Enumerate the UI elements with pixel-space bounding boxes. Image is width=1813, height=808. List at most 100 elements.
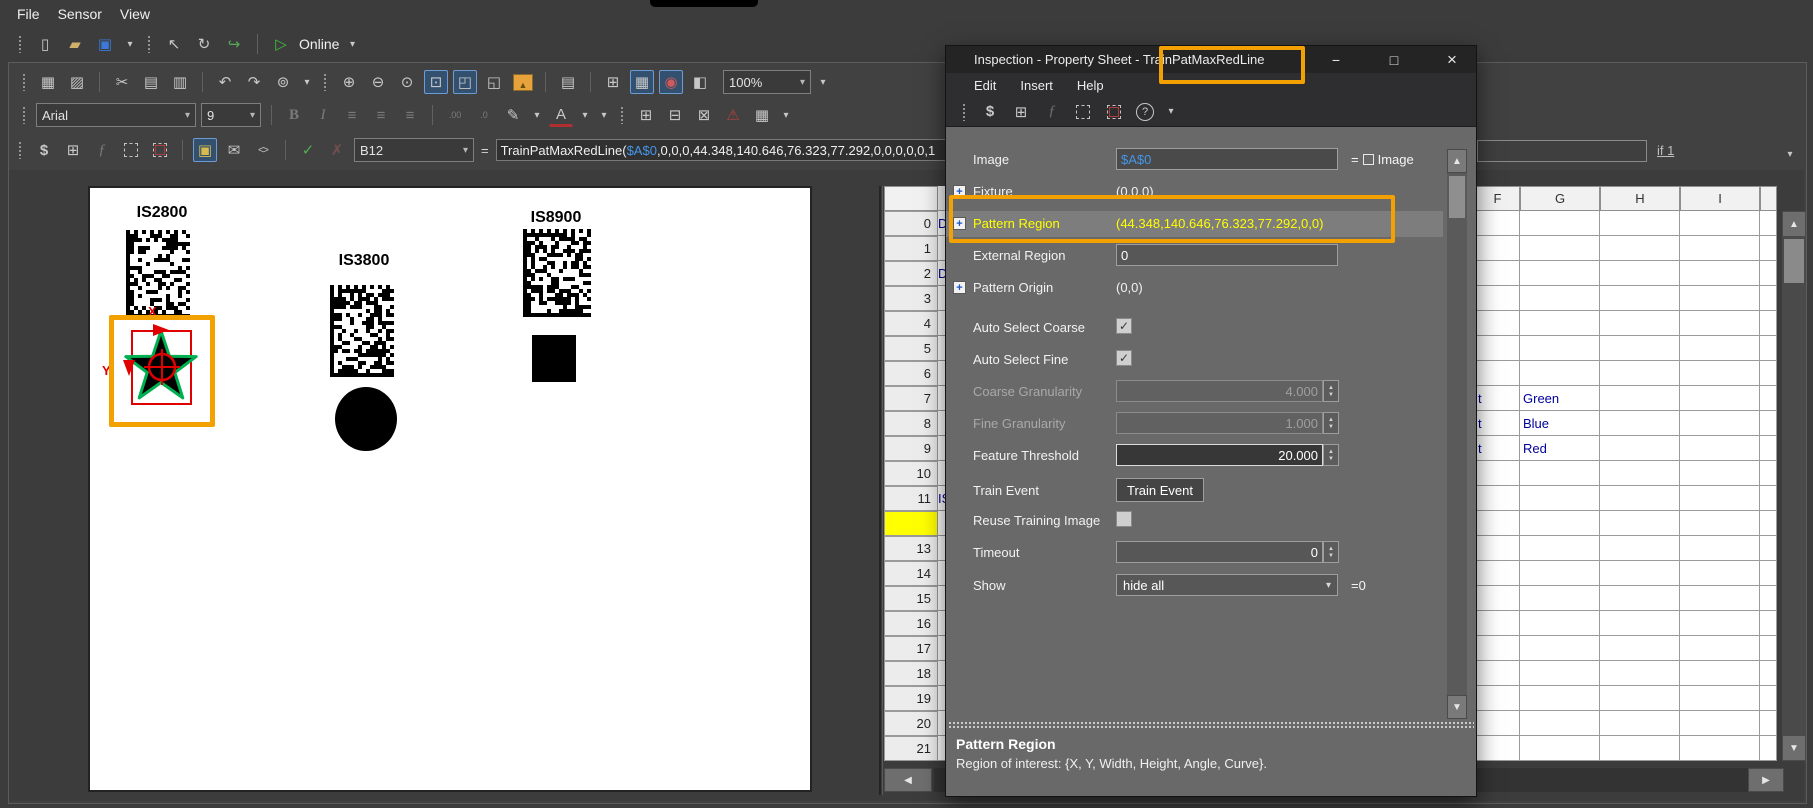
row-header-10[interactable]: 10 — [884, 461, 938, 486]
sheet-cell-G5[interactable] — [1520, 336, 1600, 361]
sheet-cell-H6[interactable] — [1600, 361, 1680, 386]
sheet-cell-F14[interactable] — [1475, 561, 1520, 586]
sheet-cell-I7[interactable] — [1680, 386, 1760, 411]
sheet-cell-x10[interactable] — [1760, 461, 1777, 486]
sheet-cell-F9[interactable]: t — [1475, 436, 1520, 461]
save-dropdown-icon[interactable]: ▾ — [123, 32, 137, 56]
toolbar-grip[interactable] — [962, 102, 967, 121]
sheet-cell-F10[interactable] — [1475, 461, 1520, 486]
sheet-cell-G6[interactable] — [1520, 361, 1600, 386]
cell-a7-sliver[interactable] — [938, 386, 945, 411]
dialog-help-icon[interactable]: ? — [1133, 100, 1157, 124]
column-header-H[interactable]: H — [1600, 186, 1680, 211]
align-right-icon[interactable]: ≡ — [398, 103, 422, 127]
accept-formula-icon[interactable]: ✓ — [296, 138, 320, 162]
row-header-18[interactable]: 18 — [884, 661, 938, 686]
sheet-cell-F15[interactable] — [1475, 586, 1520, 611]
sheet-cell-H12[interactable] — [1600, 511, 1680, 536]
train-event-button[interactable]: Train Event — [1116, 478, 1204, 502]
redo-icon[interactable]: ↷ — [242, 70, 266, 94]
decrease-decimal-icon[interactable]: .0 — [472, 103, 496, 127]
sheet-cell-x17[interactable] — [1760, 636, 1777, 661]
pattern-region-icon[interactable] — [148, 138, 172, 162]
sheet-cell-G10[interactable] — [1520, 461, 1600, 486]
zoom-dropdown-icon[interactable]: ▾ — [816, 70, 830, 94]
align-left-icon[interactable]: ≡ — [340, 103, 364, 127]
sheet-cell-H5[interactable] — [1600, 336, 1680, 361]
feature-threshold-input[interactable]: 20.000 — [1116, 444, 1323, 466]
row-header-11[interactable]: 11 — [884, 486, 938, 511]
reuse-training-image-checkbox[interactable] — [1116, 511, 1132, 527]
condition-input[interactable] — [1477, 140, 1647, 162]
feature-threshold-spinner[interactable]: ▲ ▼ — [1323, 444, 1339, 466]
row-header-12[interactable]: 12 — [884, 511, 938, 536]
sheet-cell-I20[interactable] — [1680, 711, 1760, 736]
close-button[interactable]: × — [1434, 48, 1470, 71]
row-header-14[interactable]: 14 — [884, 561, 938, 586]
sheet-cell-F2[interactable] — [1475, 261, 1520, 286]
sheet-cell-F7[interactable]: t — [1475, 386, 1520, 411]
increase-decimal-icon[interactable]: .00 — [443, 103, 467, 127]
sheet-cell-G3[interactable] — [1520, 286, 1600, 311]
sheet-cell-H13[interactable] — [1600, 536, 1680, 561]
sheet-cell-I3[interactable] — [1680, 286, 1760, 311]
expand-plus-icon[interactable]: + — [953, 281, 966, 294]
snippet-dollar-icon[interactable]: $ — [32, 138, 56, 162]
zoom-out-icon[interactable]: ⊖ — [366, 70, 390, 94]
show-image-icon[interactable]: ▲ — [511, 70, 535, 94]
palette-icon[interactable]: ▤ — [556, 70, 580, 94]
align-center-icon[interactable]: ≡ — [369, 103, 393, 127]
sheet-cell-x9[interactable] — [1760, 436, 1777, 461]
zoom-fit-icon[interactable]: ◰ — [453, 70, 477, 94]
sheet-cell-F21[interactable] — [1475, 736, 1520, 761]
sheet-cell-H17[interactable] — [1600, 636, 1680, 661]
sheet-cell-G9[interactable]: Red — [1520, 436, 1600, 461]
sheet-cell-F6[interactable] — [1475, 361, 1520, 386]
sheet-cell-I12[interactable] — [1680, 511, 1760, 536]
sheet-cell-F0[interactable] — [1475, 211, 1520, 236]
sheet-cell-F1[interactable] — [1475, 236, 1520, 261]
sheet-cell-F17[interactable] — [1475, 636, 1520, 661]
format-overflow-icon[interactable]: ▾ — [597, 103, 611, 127]
bold-icon[interactable]: B — [282, 103, 306, 127]
sheet-cell-F8[interactable]: t — [1475, 411, 1520, 436]
cell-a10-sliver[interactable] — [938, 461, 945, 486]
cell-a0-sliver[interactable]: D — [938, 211, 945, 236]
toolbar-grip[interactable] — [18, 35, 23, 53]
find-icon[interactable]: ⊚ — [271, 70, 295, 94]
undo-icon[interactable]: ↶ — [213, 70, 237, 94]
sheet-cell-G21[interactable] — [1520, 736, 1600, 761]
sheet-cell-x11[interactable] — [1760, 486, 1777, 511]
toolbar-grip[interactable] — [147, 35, 152, 53]
error-check-icon[interactable]: ⚠ — [721, 103, 745, 127]
sheet-cell-H2[interactable] — [1600, 261, 1680, 286]
dialog-title-bar[interactable]: Inspection - Property Sheet - TrainPatMa… — [946, 46, 1476, 73]
move-region-icon[interactable]: ◱ — [482, 70, 506, 94]
sheet-cell-x0[interactable] — [1760, 211, 1777, 236]
font-size-select[interactable]: 9 ▾ — [201, 103, 261, 127]
row-header-21[interactable]: 21 — [884, 736, 938, 761]
insert-structure-icon[interactable]: ⊞ — [634, 103, 658, 127]
select-region-icon[interactable] — [119, 138, 143, 162]
sheet-cell-x2[interactable] — [1760, 261, 1777, 286]
row-header-17[interactable]: 17 — [884, 636, 938, 661]
sheet-cell-H10[interactable] — [1600, 461, 1680, 486]
toolbar-grip[interactable] — [22, 106, 27, 124]
menu-sensor[interactable]: Sensor — [49, 3, 111, 25]
sheet-cell-I11[interactable] — [1680, 486, 1760, 511]
sheet-cell-H0[interactable] — [1600, 211, 1680, 236]
sheet-vscrollbar-thumb[interactable] — [1784, 239, 1804, 283]
sheet-cell-H16[interactable] — [1600, 611, 1680, 636]
column-header-F[interactable]: F — [1475, 186, 1520, 211]
online-play-icon[interactable]: ▷ — [269, 32, 293, 56]
cell-a17-sliver[interactable] — [938, 636, 945, 661]
sheet-cell-x8[interactable] — [1760, 411, 1777, 436]
italic-icon[interactable]: I — [311, 103, 335, 127]
coarse-granularity-input[interactable]: 4.000 — [1116, 380, 1323, 402]
sheet-cell-H11[interactable] — [1600, 486, 1680, 511]
dialog-splitter-dots[interactable] — [948, 721, 1474, 728]
sheet-cell-I1[interactable] — [1680, 236, 1760, 261]
fill-dropdown-icon[interactable]: ▾ — [530, 103, 544, 127]
image-input[interactable]: $A$0 — [1116, 148, 1338, 170]
sheet-cell-I0[interactable] — [1680, 211, 1760, 236]
